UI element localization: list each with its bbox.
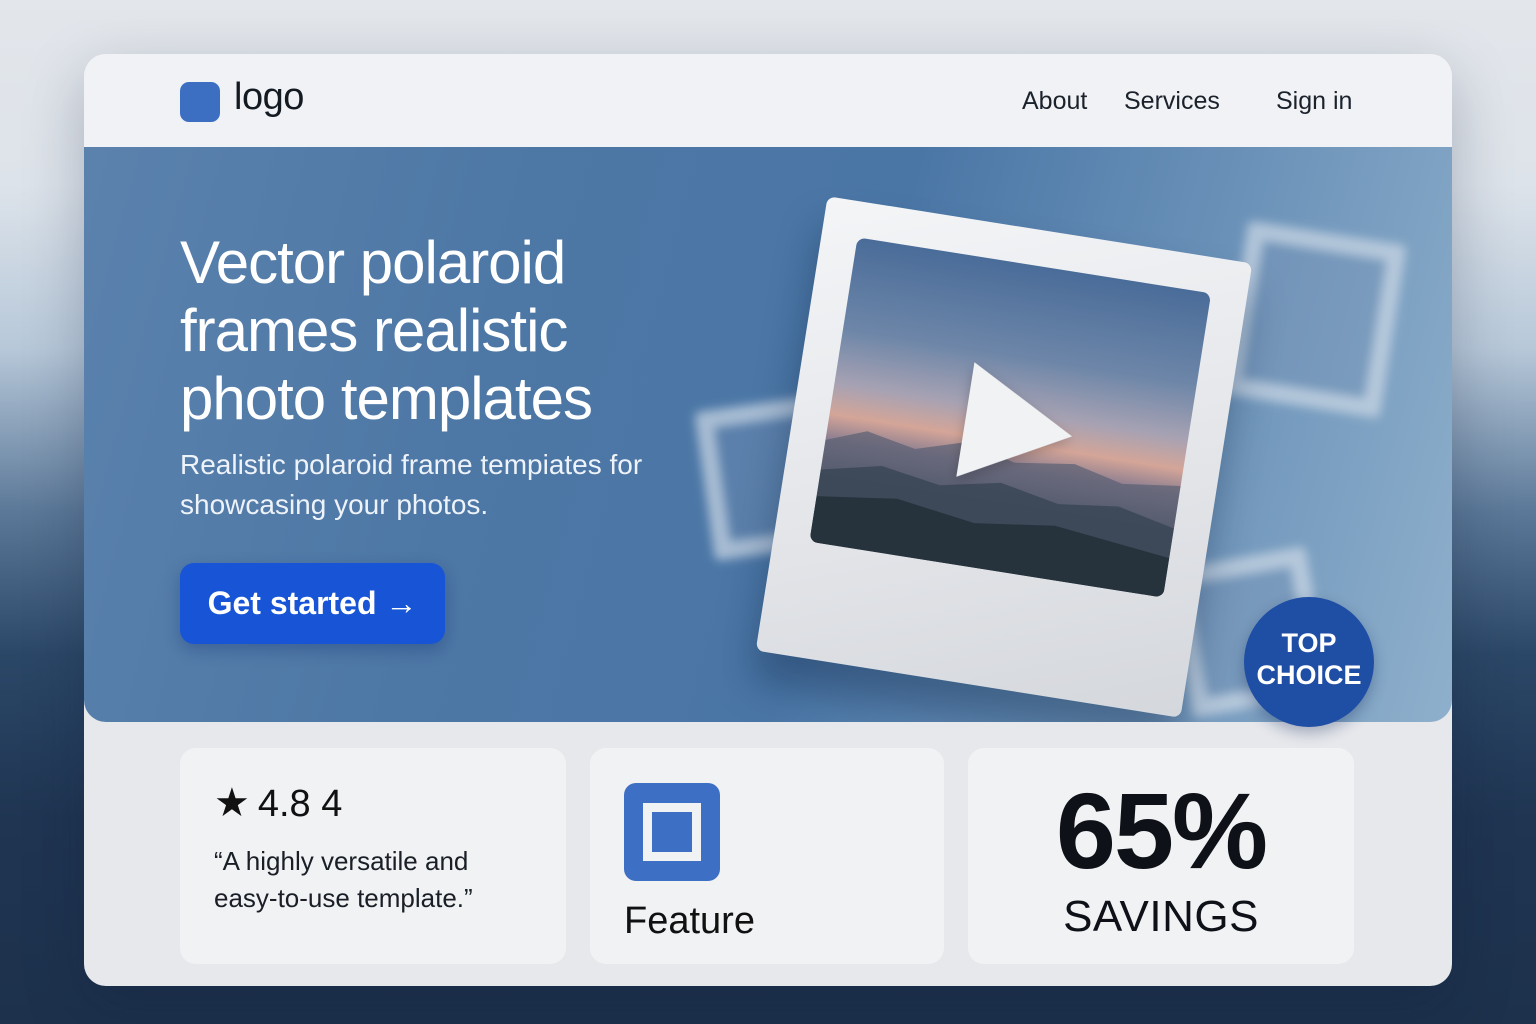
savings-tile: 65% SAVINGS bbox=[968, 748, 1354, 964]
feature-tile: Feature bbox=[590, 748, 944, 964]
hero-subtitle: Realistic polaroid frame tempiates for s… bbox=[180, 449, 643, 520]
blurred-frame-decoration bbox=[1221, 220, 1407, 419]
badge-line-top: TOP bbox=[1281, 628, 1337, 658]
top-choice-badge: TOP CHOICE bbox=[1244, 597, 1374, 727]
testimonial-quote: “A highly versatile and easy-to-use temp… bbox=[214, 846, 473, 913]
rating-tile: ★ 4.8 4 “A highly versatile and easy-to-u… bbox=[180, 748, 566, 964]
nav-about-link[interactable]: About bbox=[1022, 87, 1087, 116]
play-icon[interactable] bbox=[956, 362, 1082, 494]
hero-title: Vector polaroid frames realistic photo t… bbox=[180, 229, 593, 432]
get-started-button[interactable]: Get started → bbox=[180, 563, 445, 644]
site-header: logo About Services Sign in bbox=[84, 54, 1452, 147]
video-thumbnail[interactable] bbox=[809, 237, 1212, 598]
savings-value: 65% bbox=[1055, 770, 1268, 891]
logo-text[interactable]: logo bbox=[234, 76, 304, 119]
frame-square-inner bbox=[643, 803, 701, 861]
frame-square-icon bbox=[624, 783, 720, 881]
badge-line-choice: CHOICE bbox=[1256, 660, 1362, 690]
savings-label: SAVINGS bbox=[1063, 892, 1259, 941]
rating-value: 4.8 4 bbox=[257, 783, 343, 825]
polaroid-frame bbox=[755, 196, 1253, 718]
landing-card: logo About Services Sign in Vector polar… bbox=[84, 54, 1452, 986]
logo-square-icon[interactable] bbox=[180, 82, 220, 122]
star-icon: ★ bbox=[214, 781, 250, 825]
nav-sign-in-link[interactable]: Sign in bbox=[1276, 87, 1352, 116]
feature-label: Feature bbox=[624, 900, 755, 942]
nav-services-link[interactable]: Services bbox=[1124, 87, 1220, 116]
rating-row: ★ 4.8 4 bbox=[214, 780, 342, 826]
